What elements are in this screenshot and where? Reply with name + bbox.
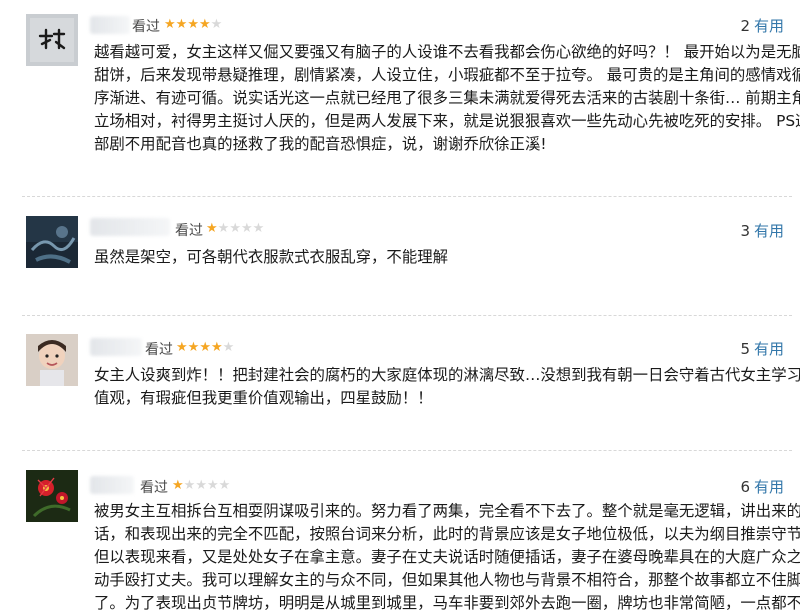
rating-stars: ★★★★★ [206,221,264,236]
star-icon: ★ [252,221,265,236]
useful-button[interactable]: 有用 [754,340,784,358]
review-line: 了。为了表现出贞节牌坊，明明是从城里到城里，马车非要到郊外去跑一圈，牌坊也非常简… [94,594,800,612]
review-line: 越看越可爱，女主这样又倔又要强又有脑子的人设谁不去看我都会伤心欲绝的好吗？！ 最… [94,43,800,61]
useful-button[interactable]: 有用 [754,478,784,496]
review-text: 女主人设爽到炸！！把封建社会的腐朽的大家庭体现的淋漓尽致…没想到我有朝一日会守着… [94,364,800,410]
review-line: 值观，有瑕疵但我更重价值观输出，四星鼓励！！ [94,389,433,407]
useful-vote: 6 有用 [740,476,784,497]
star-icon: ★ [187,17,199,32]
avatar[interactable] [26,216,78,268]
review-line: 部剧不用配音也真的拯救了我的配音恐惧症，说，谢谢乔欣徐正溪! [94,135,547,153]
star-icon: ★ [198,17,211,32]
rating-stars: ★★★★★ [176,340,234,355]
star-icon: ★ [222,340,235,355]
star-icon: ★ [195,478,207,493]
divider [22,450,792,451]
review-line: 但以表现来看，又是处处女子在拿主意。妻子在丈夫说话时随便插话，妻子在婆母晚辈具在… [94,548,800,566]
watch-status: 看过 [140,480,168,496]
useful-count: 6 [740,478,750,496]
username-blurred[interactable] [90,218,170,236]
useful-button[interactable]: 有用 [754,222,784,240]
review-line: 女主人设爽到炸！！把封建社会的腐朽的大家庭体现的淋漓尽致…没想到我有朝一日会守着… [94,366,800,384]
star-icon: ★ [199,340,211,355]
avatar-calligraphy-image [26,14,78,66]
review-text: 越看越可爱，女主这样又倔又要强又有脑子的人设谁不去看我都会伤心欲绝的好吗？！ 最… [94,41,800,156]
avatar[interactable] [26,470,78,522]
star-icon: ★ [229,221,241,236]
review-line: 被男女主互相拆台互相耍阴谋吸引来的。努力看了两集，完全看不下去了。整个就是毫无逻… [94,502,800,520]
star-icon: ★ [210,340,223,355]
review-line: 立场相对，衬得男主挺讨人厌的，但是两人发展下来，就是说狠狠喜欢一些先动心先被吃死… [94,112,800,130]
review-line: 序渐进、有迹可循。说实话光这一点就已经甩了很多三集未满就爱得死去活来的古装剧十条… [94,89,800,107]
username-blurred[interactable] [90,476,134,494]
review-text: 虽然是架空，可各朝代衣服款式衣服乱穿，不能理解 [94,246,786,269]
star-icon: ★ [187,340,200,355]
review-line: 甜饼，后来发现带悬疑推理，剧情紧凑，人设立住，小瑕疵都不至于拉夸。 最可贵的是主… [94,66,800,84]
star-icon: ★ [206,221,218,236]
star-icon: ★ [217,221,230,236]
useful-count: 5 [740,340,750,358]
avatar-dark-image [26,216,78,268]
review-line: 虽然是架空，可各朝代衣服款式衣服乱穿，不能理解 [94,248,448,266]
star-icon: ★ [240,221,253,236]
useful-vote: 3 有用 [740,220,784,241]
divider [22,196,792,197]
review-line: 动手殴打丈夫。我可以理解女主的与众不同，但如果其他人物也与背景不相符合，那整个故… [94,571,800,589]
watch-status: 看过 [175,223,203,239]
avatar[interactable] [26,14,78,66]
username-blurred[interactable] [90,16,130,34]
watch-status: 看过 [132,19,160,35]
avatar-flower-image [26,470,78,522]
review-line: 话，和表现出来的完全不匹配，按照台词来分析，此时的背景应该是女子地位极低，以夫为… [94,525,800,543]
star-icon: ★ [175,17,188,32]
star-icon: ★ [164,17,176,32]
star-icon: ★ [206,478,219,493]
useful-button[interactable]: 有用 [754,17,784,35]
useful-vote: 5 有用 [740,338,784,359]
username-blurred[interactable] [90,338,142,356]
star-icon: ★ [176,340,188,355]
star-icon: ★ [183,478,196,493]
useful-count: 2 [740,17,750,35]
star-icon: ★ [210,17,223,32]
divider [22,315,792,316]
avatar[interactable] [26,334,78,386]
watch-status: 看过 [145,342,173,358]
star-icon: ★ [218,478,231,493]
useful-count: 3 [740,222,750,240]
avatar-child-image [26,334,78,386]
review-text: 被男女主互相拆台互相耍阴谋吸引来的。努力看了两集，完全看不下去了。整个就是毫无逻… [94,500,800,615]
rating-stars: ★★★★★ [164,17,222,32]
useful-vote: 2 有用 [740,15,784,36]
rating-stars: ★★★★★ [172,478,230,493]
star-icon: ★ [172,478,184,493]
